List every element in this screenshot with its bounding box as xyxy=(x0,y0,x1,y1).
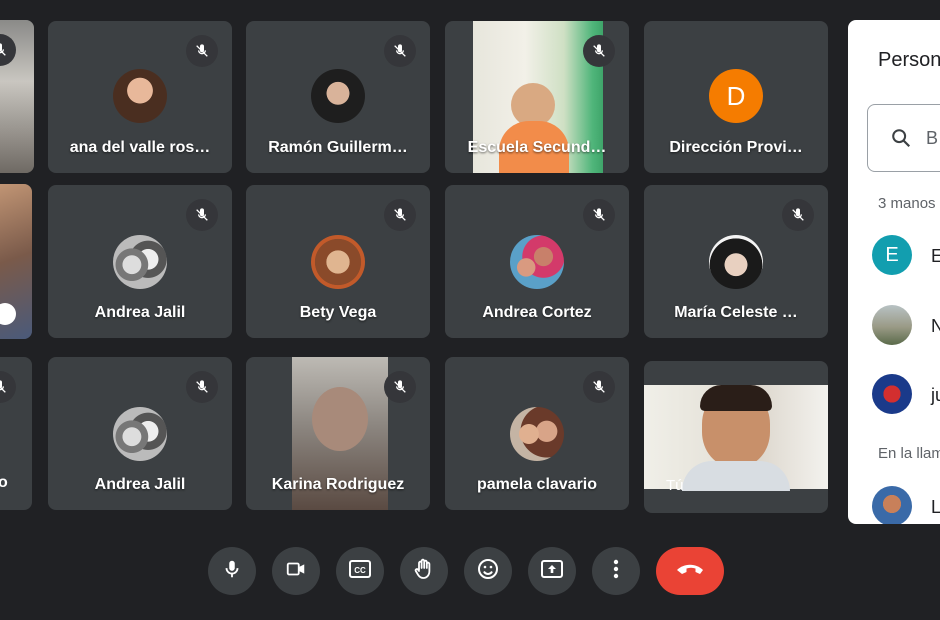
participant-tile[interactable]: ana del valle ros… xyxy=(48,21,232,173)
participant-tile-partial-2[interactable] xyxy=(0,184,32,339)
mic-off-icon xyxy=(0,371,16,403)
participant-name: o xyxy=(0,474,8,491)
people-search-input[interactable]: B xyxy=(867,104,940,172)
svg-text:CC: CC xyxy=(354,566,366,575)
self-video xyxy=(644,385,828,491)
participant-tile[interactable]: D Dirección Provi… xyxy=(644,21,828,173)
participant-name: Karina Rodriguez xyxy=(271,476,405,493)
camera-icon xyxy=(285,558,307,585)
raised-hands-section: 3 manos xyxy=(878,195,936,212)
present-button[interactable] xyxy=(528,547,576,595)
mic-off-icon xyxy=(186,371,218,403)
mic-button[interactable] xyxy=(208,547,256,595)
captions-icon: CC xyxy=(348,558,372,585)
mic-off-icon xyxy=(384,371,416,403)
avatar xyxy=(510,235,564,289)
mic-off-icon xyxy=(384,35,416,67)
participant-name: pamela clavario xyxy=(476,476,598,493)
participant-tile[interactable]: pamela clavario xyxy=(445,357,629,510)
participant-tile[interactable]: Bety Vega xyxy=(246,185,430,338)
participant-tile[interactable]: María Celeste … xyxy=(644,185,828,338)
mic-off-icon xyxy=(583,199,615,231)
more-icon xyxy=(613,558,619,585)
person-name[interactable]: N xyxy=(931,316,940,337)
participant-tile[interactable]: Ramón Guillerm… xyxy=(246,21,430,173)
in-call-section: En la llam xyxy=(878,445,940,462)
mic-off-icon xyxy=(583,371,615,403)
avatar xyxy=(311,69,365,123)
hand-icon xyxy=(412,557,436,586)
avatar xyxy=(709,235,763,289)
hangup-icon xyxy=(675,561,705,582)
person-name[interactable]: L xyxy=(931,497,940,518)
avatar xyxy=(872,486,912,524)
mic-off-icon xyxy=(186,199,218,231)
avatar: E xyxy=(872,235,912,275)
panel-title: Person xyxy=(878,49,940,71)
participant-tile[interactable]: Andrea Jalil xyxy=(48,357,232,510)
avatar xyxy=(113,69,167,123)
camera-button[interactable] xyxy=(272,547,320,595)
people-panel: Person B 3 manos E E N ju En la llam L xyxy=(848,20,940,524)
participant-name: ana del valle ros… xyxy=(69,139,211,156)
avatar: D xyxy=(709,69,763,123)
more-options-button[interactable] xyxy=(592,547,640,595)
participant-name: Andrea Cortez xyxy=(482,304,592,321)
participant-tile[interactable]: Karina Rodriguez xyxy=(246,357,430,510)
self-name: Tú xyxy=(666,477,684,494)
participant-name: Andrea Jalil xyxy=(94,476,186,493)
participant-name: María Celeste … xyxy=(674,304,798,321)
mic-off-icon xyxy=(782,199,814,231)
participant-name: Bety Vega xyxy=(299,304,377,321)
mic-icon xyxy=(221,558,243,585)
present-icon xyxy=(540,558,564,585)
search-icon xyxy=(890,127,912,154)
leave-call-button[interactable] xyxy=(656,547,724,595)
participant-tile[interactable]: Andrea Jalil xyxy=(48,185,232,338)
avatar xyxy=(113,235,167,289)
person-name[interactable]: ju xyxy=(931,385,940,406)
avatar xyxy=(510,407,564,461)
avatar xyxy=(872,305,912,345)
participant-tile-partial-1[interactable] xyxy=(0,20,34,173)
participant-name: Andrea Jalil xyxy=(94,304,186,321)
participant-name: Ramón Guillerm… xyxy=(268,139,408,156)
avatar xyxy=(113,407,167,461)
emoji-button[interactable] xyxy=(464,547,512,595)
person-name[interactable]: E xyxy=(931,246,940,267)
search-placeholder: B xyxy=(926,128,939,148)
mic-off-icon xyxy=(583,35,615,67)
participant-name: Escuela Secund… xyxy=(467,139,607,156)
mic-off-icon xyxy=(186,35,218,67)
mic-off-icon xyxy=(384,199,416,231)
self-tile[interactable]: Tú xyxy=(644,361,828,513)
avatar xyxy=(311,235,365,289)
emoji-icon xyxy=(476,557,500,586)
participant-tile-partial-3[interactable]: o xyxy=(0,357,32,510)
avatar xyxy=(872,374,912,414)
captions-button[interactable]: CC xyxy=(336,547,384,595)
raise-hand-button[interactable] xyxy=(400,547,448,595)
participant-tile[interactable]: Andrea Cortez xyxy=(445,185,629,338)
participant-tile[interactable]: Escuela Secund… xyxy=(445,21,629,173)
participant-name: Dirección Provi… xyxy=(669,139,803,156)
